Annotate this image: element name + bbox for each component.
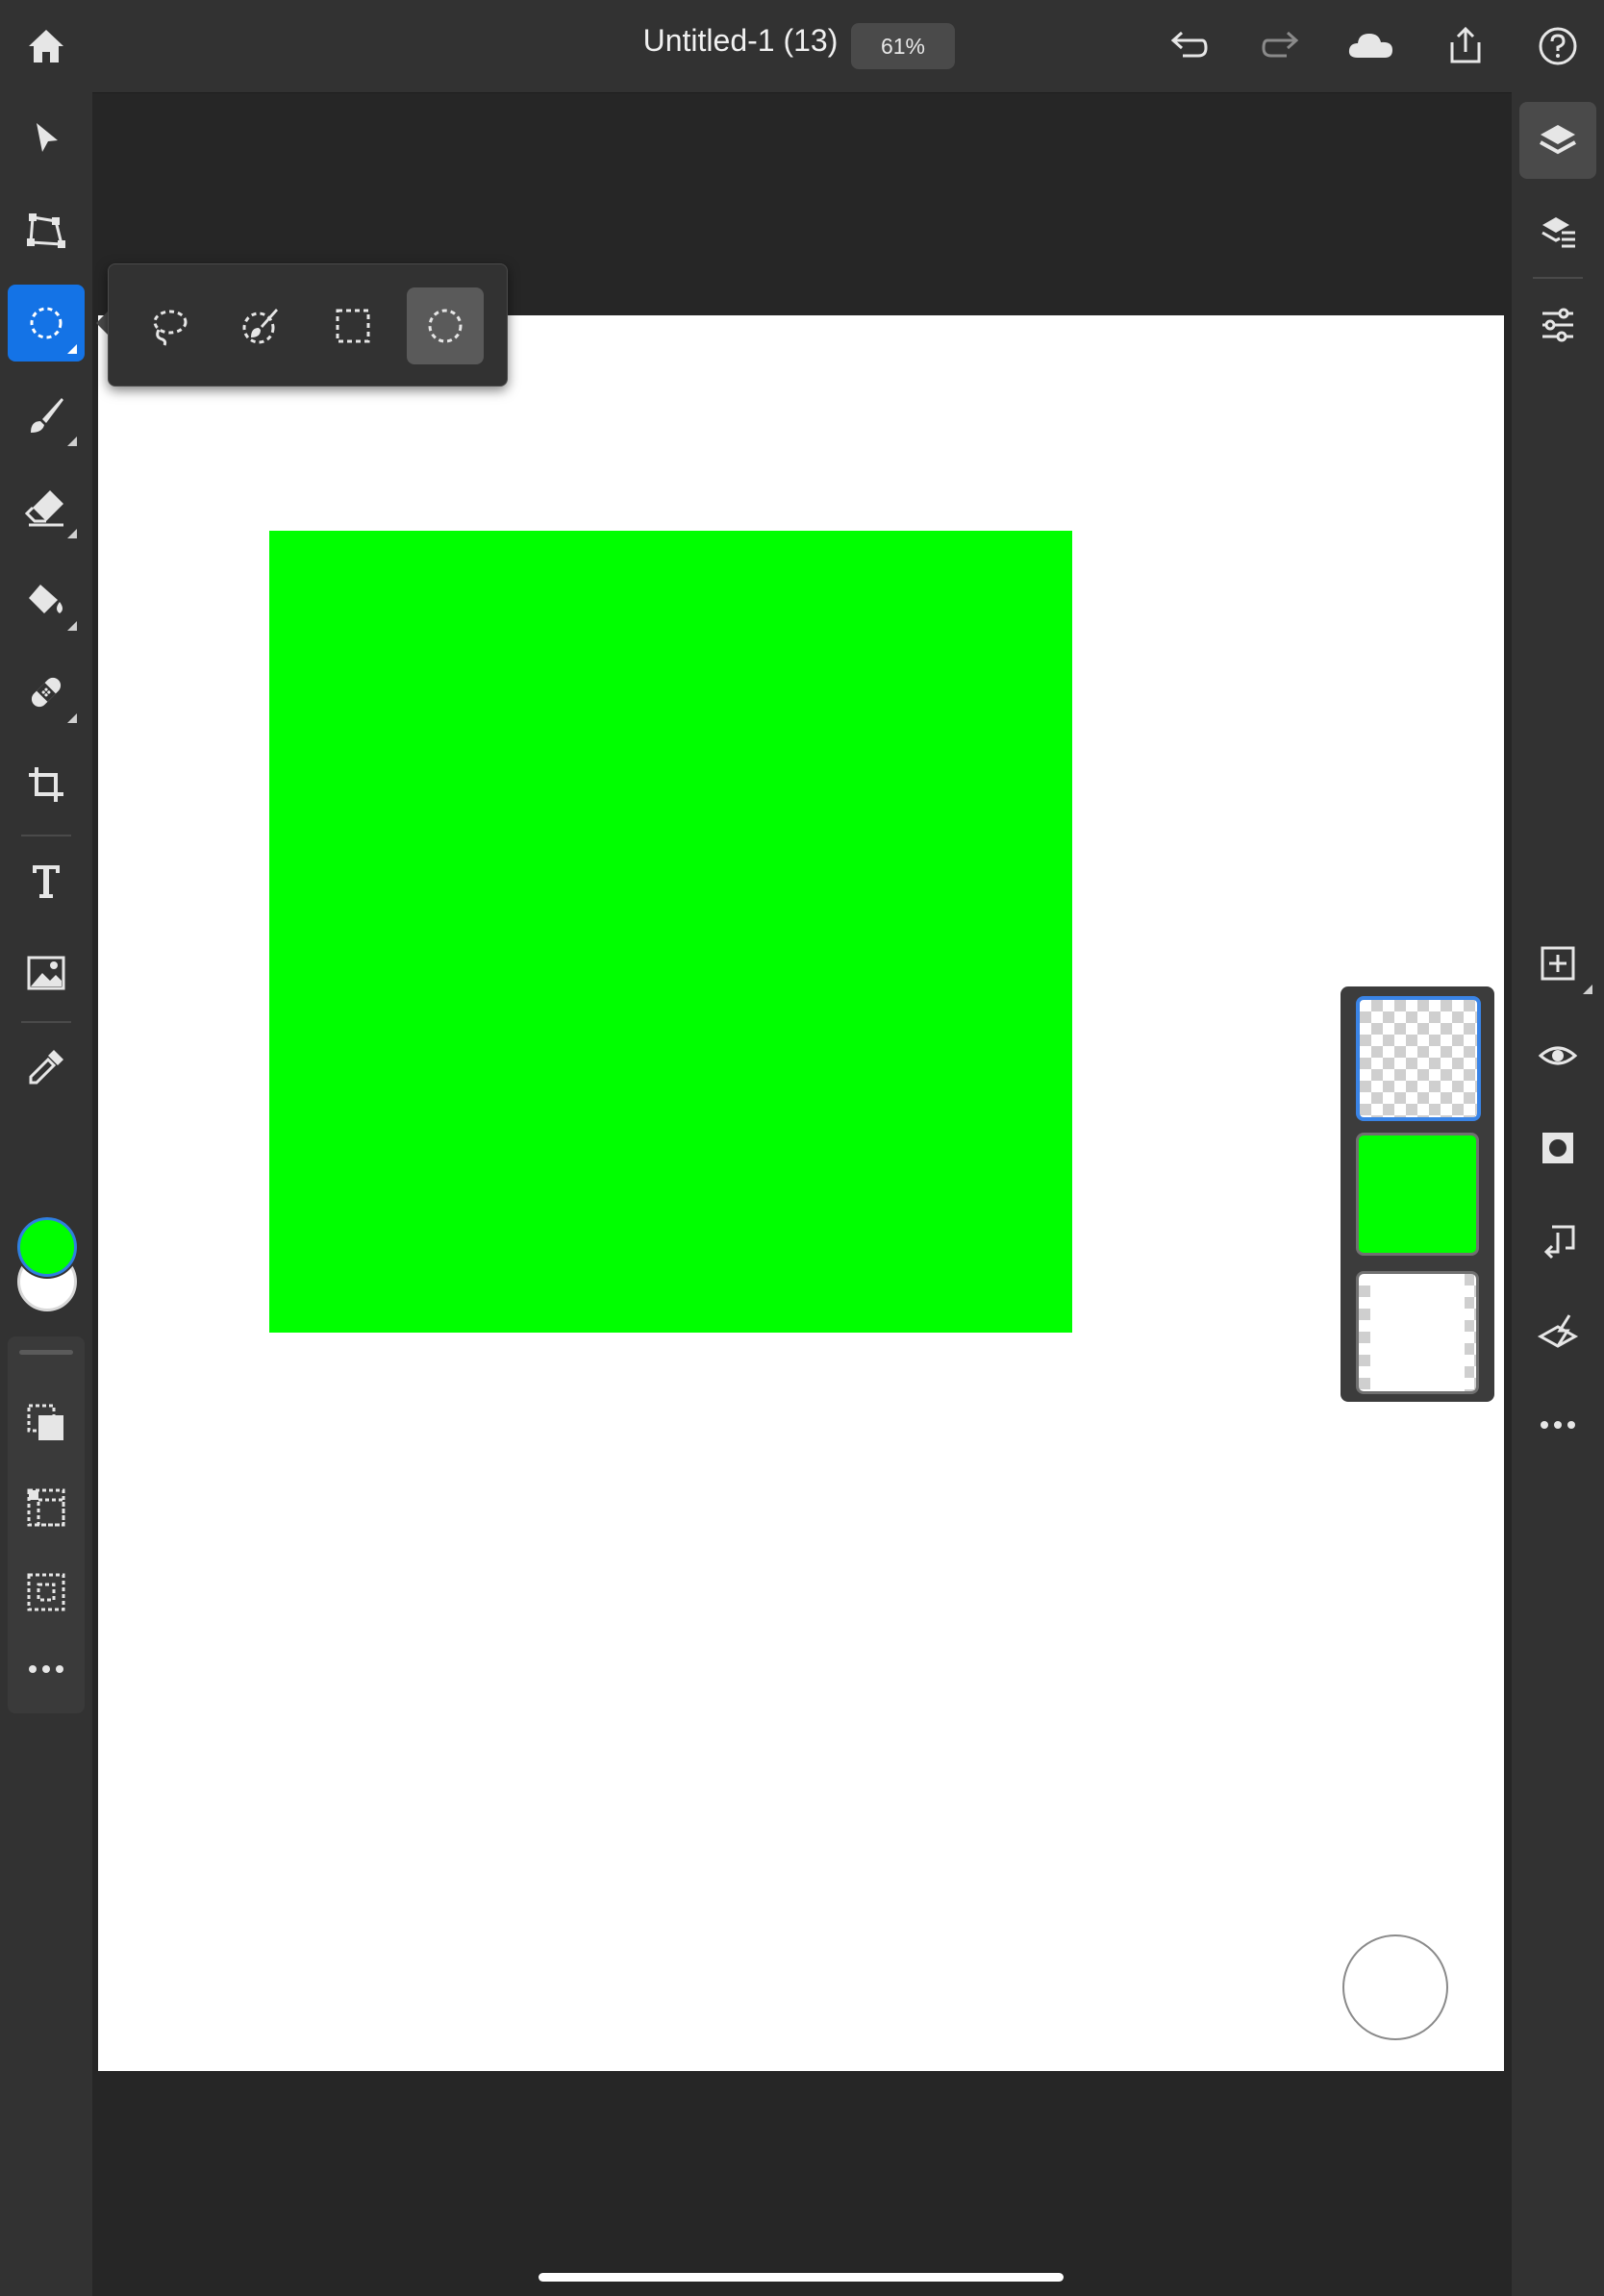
help-icon[interactable] (1531, 19, 1585, 73)
clear-layer-icon[interactable] (1519, 1294, 1596, 1371)
more-icon[interactable] (8, 1631, 85, 1708)
more-options-icon[interactable] (1519, 1386, 1596, 1463)
layer-properties-icon[interactable] (1519, 194, 1596, 271)
ellipse-select-icon[interactable] (8, 285, 85, 362)
tool-options-indicator (67, 621, 77, 631)
tool-options-indicator (67, 437, 77, 446)
group-grip[interactable] (19, 1350, 73, 1355)
layer-thumbnail-fill (1370, 1274, 1465, 1391)
rectangle-select-icon[interactable] (314, 287, 391, 364)
merge-down-icon[interactable] (1519, 1202, 1596, 1279)
tool-options-indicator (67, 529, 77, 538)
top-bar: Untitled-1 (13) 61% (0, 0, 1604, 93)
deselect-icon[interactable] (8, 1554, 85, 1631)
select-inverse-icon[interactable] (8, 1469, 85, 1546)
ellipse-select-option-icon[interactable] (407, 287, 484, 364)
zoom-level-badge[interactable]: 61% (851, 23, 955, 69)
fill-icon[interactable] (8, 562, 85, 638)
layers-icon[interactable] (1519, 102, 1596, 179)
add-layer-icon[interactable] (1519, 925, 1596, 1002)
toolbar-divider (1533, 277, 1583, 279)
visibility-icon[interactable] (1519, 1017, 1596, 1094)
image-icon[interactable] (8, 935, 85, 1011)
select-subject-icon[interactable] (8, 1385, 85, 1461)
eraser-icon[interactable] (8, 469, 85, 546)
redo-icon[interactable] (1254, 19, 1308, 73)
touch-shortcut-button[interactable] (1342, 1934, 1448, 2040)
selection-tools-flyout (108, 263, 508, 387)
cloud-icon[interactable] (1344, 19, 1398, 73)
tool-options-indicator (1583, 985, 1592, 994)
home-icon[interactable] (19, 19, 73, 73)
tool-options-indicator (67, 344, 77, 354)
quick-select-brush-icon[interactable] (222, 287, 299, 364)
share-icon[interactable] (1439, 19, 1492, 73)
select-move-icon[interactable] (8, 100, 85, 177)
lasso-icon[interactable] (130, 287, 207, 364)
layer-thumbnail-stack (1341, 986, 1494, 1402)
document-canvas[interactable] (98, 315, 1504, 2071)
green-square-shape[interactable] (269, 531, 1072, 1333)
crop-icon[interactable] (8, 746, 85, 823)
left-toolbar (0, 92, 92, 2296)
type-icon[interactable] (8, 842, 85, 919)
adjustments-icon[interactable] (1519, 287, 1596, 363)
transform-icon[interactable] (8, 192, 85, 269)
right-toolbar (1512, 92, 1604, 2296)
brush-icon[interactable] (8, 377, 85, 454)
tool-options-indicator (67, 713, 77, 723)
undo-icon[interactable] (1162, 19, 1216, 73)
selection-actions-group (8, 1336, 85, 1713)
primary-color-swatch[interactable] (17, 1217, 77, 1277)
layer-thumbnail-background[interactable] (1356, 1271, 1479, 1394)
home-indicator[interactable] (539, 2273, 1064, 2282)
mask-icon[interactable] (1519, 1110, 1596, 1186)
healing-icon[interactable] (8, 654, 85, 731)
toolbar-divider (21, 835, 71, 836)
toolbar-divider (21, 1021, 71, 1023)
layer-thumbnail-green[interactable] (1356, 1133, 1479, 1256)
eyedropper-icon[interactable] (8, 1029, 85, 1106)
layer-thumbnail-transparent[interactable] (1356, 996, 1481, 1121)
